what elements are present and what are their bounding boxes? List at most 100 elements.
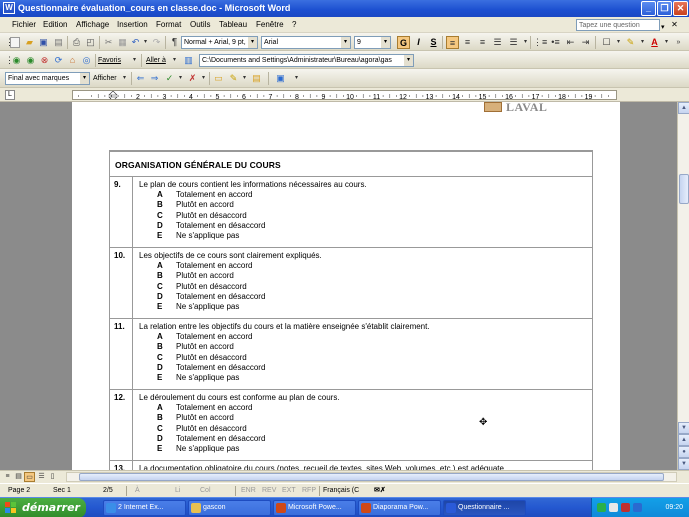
status-extend[interactable]: EXT bbox=[282, 484, 296, 498]
web-layout-icon[interactable]: ▤ bbox=[13, 472, 24, 482]
paste-icon[interactable]: ▦ bbox=[116, 36, 129, 49]
previous-page-icon[interactable]: ▲ bbox=[678, 434, 689, 446]
new-document-icon[interactable] bbox=[10, 37, 20, 48]
update-icon[interactable] bbox=[633, 503, 642, 512]
status-overtype[interactable]: RFP bbox=[302, 484, 316, 498]
chevron-down-icon[interactable]: ▾ bbox=[168, 54, 181, 67]
scroll-up-icon[interactable]: ▲ bbox=[678, 102, 689, 114]
bullets-icon[interactable]: •≡ bbox=[549, 36, 562, 49]
toolbar-options-icon[interactable]: ▾ bbox=[290, 72, 303, 85]
toolbar-options-icon[interactable]: » bbox=[672, 36, 685, 49]
horizontal-scroll-thumb[interactable] bbox=[79, 473, 664, 481]
align-left-icon[interactable]: ≡ bbox=[446, 36, 459, 49]
taskbar-button-label: Questionnaire ... bbox=[458, 504, 510, 511]
back-icon[interactable]: ◉ bbox=[10, 54, 23, 67]
taskbar-button[interactable]: gascon bbox=[188, 500, 271, 516]
taskbar-button[interactable]: Questionnaire ... bbox=[443, 500, 526, 516]
save-icon[interactable]: ▣ bbox=[37, 36, 50, 49]
justify-icon[interactable]: ☰ bbox=[491, 36, 504, 49]
forward-icon[interactable]: ◉ bbox=[24, 54, 37, 67]
reviewing-pane-icon[interactable]: ▤ bbox=[250, 72, 263, 85]
menu-fenetre[interactable]: Fenêtre bbox=[256, 17, 284, 33]
ruler-label: 12 bbox=[399, 94, 407, 100]
decrease-indent-icon[interactable]: ⇤ bbox=[564, 36, 577, 49]
taskbar-button[interactable]: 2 Internet Ex... bbox=[103, 500, 186, 516]
refresh-icon[interactable]: ⟳ bbox=[52, 54, 65, 67]
ask-question-input[interactable]: Tapez une question bbox=[576, 19, 660, 31]
ruler-label: 2 bbox=[136, 94, 140, 100]
menu-tableau[interactable]: Tableau bbox=[219, 17, 247, 33]
browse-object-icon[interactable]: ● bbox=[678, 446, 689, 458]
font-size-dropdown[interactable]: 9 ▾ bbox=[354, 36, 391, 49]
chevron-down-icon[interactable]: ▾ bbox=[128, 54, 141, 67]
vertical-scroll-thumb[interactable] bbox=[679, 174, 689, 204]
previous-change-icon[interactable]: ⇐ bbox=[134, 72, 147, 85]
redo-icon[interactable]: ↷ bbox=[150, 36, 163, 49]
permission-icon[interactable]: ▤ bbox=[52, 36, 65, 49]
next-page-icon[interactable]: ▼ bbox=[678, 458, 689, 470]
display-for-review-dropdown[interactable]: Final avec marques ▾ bbox=[5, 72, 90, 85]
laval-crest-icon bbox=[484, 102, 502, 112]
stop-icon[interactable]: ⊗ bbox=[38, 54, 51, 67]
bold-button[interactable]: G bbox=[397, 36, 410, 49]
home-icon[interactable]: ⌂ bbox=[66, 54, 79, 67]
security-icon[interactable] bbox=[621, 503, 630, 512]
normal-view-icon[interactable]: ≡ bbox=[2, 472, 13, 482]
start-button[interactable]: démarrer bbox=[0, 498, 86, 517]
reading-layout-icon[interactable]: ▯ bbox=[47, 472, 58, 482]
menu-outils[interactable]: Outils bbox=[190, 17, 210, 33]
ruler-label: 17 bbox=[532, 94, 540, 100]
network-icon[interactable] bbox=[597, 503, 606, 512]
favorites-menu[interactable]: Favoris bbox=[98, 54, 121, 67]
next-change-icon[interactable]: ⇒ bbox=[148, 72, 161, 85]
search-web-icon[interactable]: ◎ bbox=[80, 54, 93, 67]
status-language[interactable]: Français (C bbox=[323, 484, 359, 498]
menu-format[interactable]: Format bbox=[156, 17, 181, 33]
styles-formatting-icon[interactable]: ¶ bbox=[168, 36, 181, 49]
taskbar-button[interactable]: Diaporama Pow... bbox=[358, 500, 441, 516]
close-button[interactable]: ✕ bbox=[673, 1, 688, 16]
doc-close-icon[interactable]: ✕ bbox=[670, 19, 679, 30]
underline-button[interactable]: S bbox=[427, 36, 440, 49]
show-menu[interactable]: Afficher bbox=[93, 72, 117, 85]
chevron-down-icon[interactable]: ▾ bbox=[118, 72, 131, 85]
menu-fichier[interactable]: Fichier bbox=[12, 17, 36, 33]
print-icon[interactable]: ⎙ bbox=[70, 36, 83, 49]
spelling-status-icon[interactable]: ✉✗ bbox=[374, 484, 386, 498]
volume-icon[interactable] bbox=[609, 503, 618, 512]
drawing-icon[interactable]: ▣ bbox=[274, 72, 287, 85]
address-field[interactable]: C:\Documents and Settings\Administrateur… bbox=[199, 54, 414, 67]
question-number: 11. bbox=[114, 322, 125, 331]
print-preview-icon[interactable]: ◰ bbox=[84, 36, 97, 49]
document-page[interactable]: LAVAL ORGANISATION GÉNÉRALE DU COURS 9. L… bbox=[72, 102, 620, 470]
cut-icon[interactable]: ✂ bbox=[102, 36, 115, 49]
font-dropdown[interactable]: Arial ▾ bbox=[261, 36, 351, 49]
menu-edition[interactable]: Edition bbox=[43, 17, 67, 33]
goto-menu[interactable]: Aller à bbox=[146, 54, 166, 67]
style-dropdown[interactable]: Normal + Arial, 9 pt, ▾ bbox=[181, 36, 258, 49]
ruler-strip[interactable]: 12345678910111213141516171819 bbox=[72, 90, 617, 100]
horizontal-scrollbar[interactable] bbox=[66, 472, 677, 482]
question-row: 13. La documentation obligatoire du cours… bbox=[110, 461, 593, 470]
menu-affichage[interactable]: Affichage bbox=[76, 17, 109, 33]
minimize-button[interactable]: _ bbox=[641, 1, 656, 16]
tab-selector[interactable]: L bbox=[5, 90, 15, 100]
status-record-macro[interactable]: ENR bbox=[241, 484, 256, 498]
show-only-web-toolbar-icon[interactable]: ▥ bbox=[182, 54, 195, 67]
scroll-down-icon[interactable]: ▼ bbox=[678, 422, 689, 434]
menu-insertion[interactable]: Insertion bbox=[117, 17, 148, 33]
open-folder-icon[interactable]: ▰ bbox=[23, 36, 36, 49]
outline-view-icon[interactable]: ☰ bbox=[36, 472, 47, 482]
numbering-icon[interactable]: ⋮≡ bbox=[533, 36, 547, 49]
insert-comment-icon[interactable]: ▭ bbox=[212, 72, 225, 85]
align-right-icon[interactable]: ≡ bbox=[476, 36, 489, 49]
maximize-button[interactable]: ❐ bbox=[657, 1, 672, 16]
menu-help[interactable]: ? bbox=[292, 17, 296, 33]
status-track-changes[interactable]: REV bbox=[262, 484, 276, 498]
print-layout-icon[interactable]: ▭ bbox=[24, 472, 35, 482]
taskbar-button[interactable]: Microsoft Powe... bbox=[273, 500, 356, 516]
vertical-scrollbar[interactable]: ▲ ▼ ▲ ● ▼ bbox=[677, 102, 689, 470]
align-center-icon[interactable]: ≡ bbox=[461, 36, 474, 49]
italic-button[interactable]: I bbox=[412, 36, 425, 49]
increase-indent-icon[interactable]: ⇥ bbox=[579, 36, 592, 49]
